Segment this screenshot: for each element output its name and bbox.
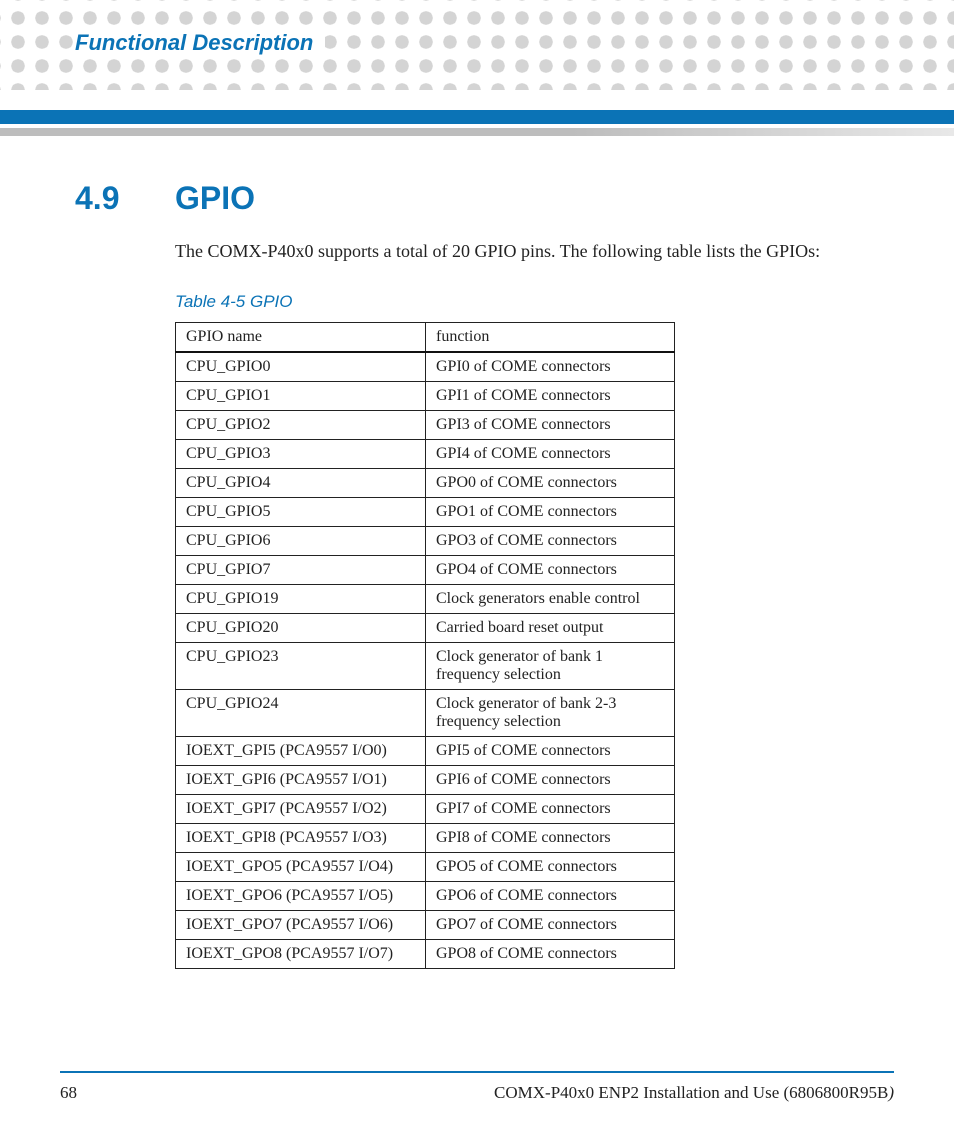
gpio-name-cell: CPU_GPIO20 [176, 614, 426, 643]
gpio-function-cell: GPI0 of COME connectors [426, 352, 675, 382]
table-row: IOEXT_GPI5 (PCA9557 I/O0)GPI5 of COME co… [176, 737, 675, 766]
table-row: IOEXT_GPO8 (PCA9557 I/O7)GPO8 of COME co… [176, 940, 675, 969]
gpio-name-cell: CPU_GPIO5 [176, 498, 426, 527]
gpio-name-cell: CPU_GPIO19 [176, 585, 426, 614]
gpio-table: GPIO name function CPU_GPIO0GPI0 of COME… [175, 322, 675, 969]
footer-divider [60, 1071, 894, 1073]
gpio-name-cell: CPU_GPIO1 [176, 382, 426, 411]
table-row: CPU_GPIO5GPO1 of COME connectors [176, 498, 675, 527]
gpio-name-cell: IOEXT_GPO7 (PCA9557 I/O6) [176, 911, 426, 940]
gpio-function-cell: GPI4 of COME connectors [426, 440, 675, 469]
header-blue-bar [0, 110, 954, 124]
gpio-name-cell: CPU_GPIO3 [176, 440, 426, 469]
table-row: CPU_GPIO3GPI4 of COME connectors [176, 440, 675, 469]
gpio-function-cell: GPO3 of COME connectors [426, 527, 675, 556]
table-row: IOEXT_GPO6 (PCA9557 I/O5)GPO6 of COME co… [176, 882, 675, 911]
table-row: CPU_GPIO20Carried board reset output [176, 614, 675, 643]
table-header-function: function [426, 323, 675, 353]
section-intro-text: The COMX-P40x0 supports a total of 20 GP… [175, 239, 894, 264]
gpio-name-cell: IOEXT_GPI8 (PCA9557 I/O3) [176, 824, 426, 853]
gpio-function-cell: GPI5 of COME connectors [426, 737, 675, 766]
gpio-name-cell: CPU_GPIO2 [176, 411, 426, 440]
gpio-name-cell: IOEXT_GPO8 (PCA9557 I/O7) [176, 940, 426, 969]
gpio-function-cell: GPO8 of COME connectors [426, 940, 675, 969]
table-row: IOEXT_GPO7 (PCA9557 I/O6)GPO7 of COME co… [176, 911, 675, 940]
gpio-name-cell: IOEXT_GPI7 (PCA9557 I/O2) [176, 795, 426, 824]
gpio-name-cell: CPU_GPIO4 [176, 469, 426, 498]
gpio-function-cell: GPI8 of COME connectors [426, 824, 675, 853]
page-number: 68 [60, 1083, 100, 1103]
section-title: GPIO [175, 180, 255, 217]
table-row: CPU_GPIO6GPO3 of COME connectors [176, 527, 675, 556]
gpio-function-cell: GPO1 of COME connectors [426, 498, 675, 527]
gpio-function-cell: GPO5 of COME connectors [426, 853, 675, 882]
gpio-function-cell: Clock generator of bank 1 frequency sele… [426, 643, 675, 690]
table-row: CPU_GPIO7GPO4 of COME connectors [176, 556, 675, 585]
gpio-function-cell: GPI3 of COME connectors [426, 411, 675, 440]
gpio-name-cell: IOEXT_GPO5 (PCA9557 I/O4) [176, 853, 426, 882]
doc-title-text: COMX-P40x0 ENP2 Installation and Use (68… [494, 1083, 888, 1102]
gpio-name-cell: CPU_GPIO6 [176, 527, 426, 556]
page-footer: 68 COMX-P40x0 ENP2 Installation and Use … [60, 1083, 894, 1103]
gpio-name-cell: IOEXT_GPI6 (PCA9557 I/O1) [176, 766, 426, 795]
table-row: CPU_GPIO4GPO0 of COME connectors [176, 469, 675, 498]
gpio-name-cell: CPU_GPIO0 [176, 352, 426, 382]
table-row: IOEXT_GPO5 (PCA9557 I/O4)GPO5 of COME co… [176, 853, 675, 882]
table-row: IOEXT_GPI6 (PCA9557 I/O1)GPI6 of COME co… [176, 766, 675, 795]
gpio-name-cell: CPU_GPIO23 [176, 643, 426, 690]
gpio-name-cell: IOEXT_GPI5 (PCA9557 I/O0) [176, 737, 426, 766]
gpio-name-cell: CPU_GPIO24 [176, 690, 426, 737]
table-row: CPU_GPIO0GPI0 of COME connectors [176, 352, 675, 382]
table-row: CPU_GPIO2GPI3 of COME connectors [176, 411, 675, 440]
gpio-function-cell: GPO6 of COME connectors [426, 882, 675, 911]
gpio-function-cell: GPO0 of COME connectors [426, 469, 675, 498]
gpio-name-cell: IOEXT_GPO6 (PCA9557 I/O5) [176, 882, 426, 911]
table-header-row: GPIO name function [176, 323, 675, 353]
gpio-name-cell: CPU_GPIO7 [176, 556, 426, 585]
page-content: 4.9 GPIO The COMX-P40x0 supports a total… [75, 180, 894, 969]
gpio-function-cell: Clock generator of bank 2-3 frequency se… [426, 690, 675, 737]
gpio-function-cell: GPI1 of COME connectors [426, 382, 675, 411]
doc-title: COMX-P40x0 ENP2 Installation and Use (68… [494, 1083, 894, 1103]
table-caption: Table 4-5 GPIO [175, 292, 894, 312]
gpio-function-cell: Clock generators enable control [426, 585, 675, 614]
table-header-gpio-name: GPIO name [176, 323, 426, 353]
header-gray-bar [0, 128, 954, 136]
gpio-function-cell: GPO4 of COME connectors [426, 556, 675, 585]
section-number: 4.9 [75, 180, 135, 217]
section-heading: 4.9 GPIO [75, 180, 894, 217]
table-row: CPU_GPIO19Clock generators enable contro… [176, 585, 675, 614]
gpio-function-cell: Carried board reset output [426, 614, 675, 643]
doc-title-tail: ) [888, 1083, 894, 1102]
gpio-function-cell: GPI7 of COME connectors [426, 795, 675, 824]
table-row: CPU_GPIO1GPI1 of COME connectors [176, 382, 675, 411]
table-row: IOEXT_GPI7 (PCA9557 I/O2)GPI7 of COME co… [176, 795, 675, 824]
gpio-function-cell: GPI6 of COME connectors [426, 766, 675, 795]
table-row: IOEXT_GPI8 (PCA9557 I/O3)GPI8 of COME co… [176, 824, 675, 853]
table-row: CPU_GPIO23Clock generator of bank 1 freq… [176, 643, 675, 690]
chapter-title: Functional Description [75, 30, 325, 56]
table-row: CPU_GPIO24Clock generator of bank 2-3 fr… [176, 690, 675, 737]
gpio-function-cell: GPO7 of COME connectors [426, 911, 675, 940]
